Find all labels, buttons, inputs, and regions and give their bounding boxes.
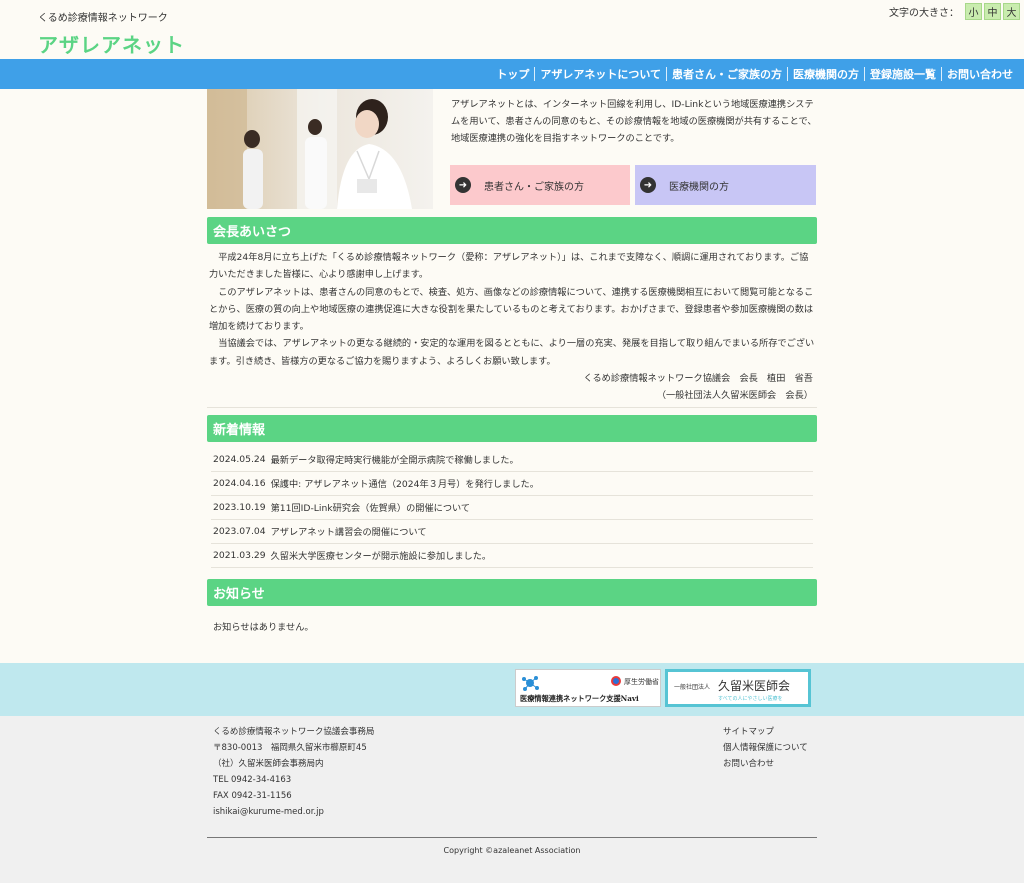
footer-divider [207, 837, 817, 838]
svg-text:医療情報連携ネットワーク支援Navi: 医療情報連携ネットワーク支援Navi [520, 694, 639, 703]
greeting-signature: くるめ診療情報ネットワーク協議会 会長 植田 省吾 [583, 373, 813, 385]
greeting-body: 平成24年8月に立ち上げた「くるめ診療情報ネットワーク（愛称：アザレアネット）」… [207, 244, 817, 405]
greeting-section: 会長あいさつ 平成24年8月に立ち上げた「くるめ診療情報ネットワーク（愛称：アザ… [207, 217, 817, 408]
greeting-paragraph: 平成24年8月に立ち上げた「くるめ診療情報ネットワーク（愛称：アザレアネット）」… [209, 252, 809, 281]
footer-link-contact[interactable]: お問い合わせ [723, 756, 808, 772]
nav-medical[interactable]: 医療機関の方 [788, 66, 864, 82]
site-subtitle: くるめ診療情報ネットワーク [38, 13, 168, 24]
svg-text:久留米医師会: 久留米医師会 [718, 679, 790, 693]
footer-links: サイトマップ 個人情報保護について お問い合わせ [723, 724, 808, 772]
footer-link-privacy[interactable]: 個人情報保護について [723, 740, 808, 756]
greeting-signature-org: （一般社団法人久留米医師会 会長） [656, 390, 813, 402]
news-item[interactable]: 2023.07.04 アザレアネット講習会の開催について [211, 520, 813, 544]
news-item[interactable]: 2023.10.19 第11回ID-Link研究会（佐賀県）の開催について [211, 496, 813, 520]
news-date: 2024.04.16 [213, 477, 266, 489]
news-date: 2024.05.24 [213, 453, 266, 465]
svg-text:一般社団法人: 一般社団法人 [674, 683, 710, 691]
font-size-small-button[interactable]: 小 [965, 3, 982, 20]
intro-text: アザレアネットとは、インターネット回線を利用し、ID-Linkという地域医療連携… [451, 99, 817, 144]
banner-band: 厚生労働省 医療情報連携ネットワーク支援Navi 一般社団法人 久留米医師会 す… [0, 663, 1024, 716]
news-title: 第11回ID-Link研究会（佐賀県）の開催について [270, 503, 471, 515]
notice-heading: お知らせ [207, 578, 817, 606]
news-item[interactable]: 2024.05.24 最新データ取得定時実行機能が全開示病院で稼働しました。 [211, 448, 813, 472]
svg-text:すべての人にやさしい医療を: すべての人にやさしい医療を [718, 695, 782, 702]
main-nav: トップ アザレアネットについて 患者さん・ご家族の方 医療機関の方 登録施設一覧… [0, 59, 1024, 89]
nav-contact[interactable]: お問い合わせ [942, 66, 1018, 82]
arrow-right-icon: ➜ [455, 177, 471, 193]
news-heading: 新着情報 [207, 414, 817, 442]
news-item[interactable]: 2021.03.29 久留米大学医療センターが開示施設に参加しました。 [211, 544, 813, 568]
font-size-switcher: 文字の大きさ： 小 中 大 [889, 3, 1020, 20]
nav-facilities[interactable]: 登録施設一覧 [865, 66, 941, 82]
patient-cta-label: 患者さん・ご家族の方 [484, 181, 584, 193]
network-nodes-icon [522, 676, 539, 691]
news-date: 2023.10.19 [213, 501, 266, 513]
news-section: 新着情報 2024.05.24 最新データ取得定時実行機能が全開示病院で稼働しま… [207, 414, 817, 568]
medical-cta-label: 医療機関の方 [669, 181, 729, 193]
site-footer: くるめ診療情報ネットワーク協議会事務局 〒830-0013 福岡県久留米市櫛原町… [0, 716, 1024, 883]
nav-about[interactable]: アザレアネットについて [535, 66, 666, 82]
news-list: 2024.05.24 最新データ取得定時実行機能が全開示病院で稼働しました。 2… [207, 442, 817, 568]
footer-office: （社）久留米医師会事務局内 [213, 759, 324, 769]
footer-fax: FAX 0942-31-1156 [213, 791, 292, 801]
news-title: 最新データ取得定時実行機能が全開示病院で稼働しました。 [270, 455, 519, 467]
footer-address: 〒830-0013 福岡県久留米市櫛原町45 [213, 743, 367, 753]
notice-section: お知らせ お知らせはありません。 [207, 578, 817, 646]
font-size-large-button[interactable]: 大 [1003, 3, 1020, 20]
footer-email[interactable]: ishikai@kurume-med.or.jp [213, 804, 374, 820]
patient-cta-button[interactable]: ➜ 患者さん・ご家族の方 [450, 165, 630, 205]
copyright: Copyright ©azaleanet Association [443, 846, 581, 855]
footer-contact-info: くるめ診療情報ネットワーク協議会事務局 〒830-0013 福岡県久留米市櫛原町… [213, 724, 374, 820]
section-divider [207, 406, 817, 408]
news-item[interactable]: 2024.04.16 保護中: アザレアネット通信（2024年３月号）を発行しま… [211, 472, 813, 496]
footer-tel: TEL 0942-34-4163 [213, 775, 292, 785]
main-content: アザレアネットとは、インターネット回線を利用し、ID-Linkという地域医療連携… [207, 89, 817, 646]
news-date: 2021.03.29 [213, 549, 266, 561]
medical-cta-button[interactable]: ➜ 医療機関の方 [635, 165, 816, 205]
arrow-right-icon: ➜ [640, 177, 656, 193]
font-size-medium-button[interactable]: 中 [984, 3, 1001, 20]
ishikai-banner[interactable]: 一般社団法人 久留米医師会 すべての人にやさしい医療を [665, 669, 811, 707]
news-title: アザレアネット講習会の開催について [270, 527, 427, 539]
greeting-paragraph: このアザレアネットは、患者さんの同意のもとで、検査、処方、画像などの診療情報につ… [209, 286, 814, 333]
nav-patients[interactable]: 患者さん・ご家族の方 [667, 66, 787, 82]
site-header: くるめ診療情報ネットワーク アザレアネット 文字の大きさ： 小 中 大 [0, 0, 1024, 59]
network-navi-banner[interactable]: 厚生労働省 医療情報連携ネットワーク支援Navi [515, 669, 661, 707]
hero-section: アザレアネットとは、インターネット回線を利用し、ID-Linkという地域医療連携… [207, 89, 817, 209]
hero-photo [207, 89, 433, 209]
news-title: 保護中: アザレアネット通信（2024年３月号）を発行しました。 [270, 479, 539, 491]
news-title: 久留米大学医療センターが開示施設に参加しました。 [270, 551, 492, 563]
nav-top[interactable]: トップ [491, 66, 534, 82]
news-date: 2023.07.04 [213, 525, 266, 537]
svg-text:厚生労働省: 厚生労働省 [624, 677, 659, 686]
font-size-label: 文字の大きさ： [889, 8, 959, 19]
notice-text: お知らせはありません。 [213, 621, 314, 633]
footer-link-sitemap[interactable]: サイトマップ [723, 724, 808, 740]
greeting-paragraph: 当協議会では、アザレアネットの更なる継続的・安定的な運用を図るとともに、より一層… [209, 338, 815, 367]
greeting-heading: 会長あいさつ [207, 217, 817, 244]
footer-org-name: くるめ診療情報ネットワーク協議会事務局 [213, 727, 375, 737]
site-logo-title[interactable]: アザレアネット [38, 29, 185, 58]
